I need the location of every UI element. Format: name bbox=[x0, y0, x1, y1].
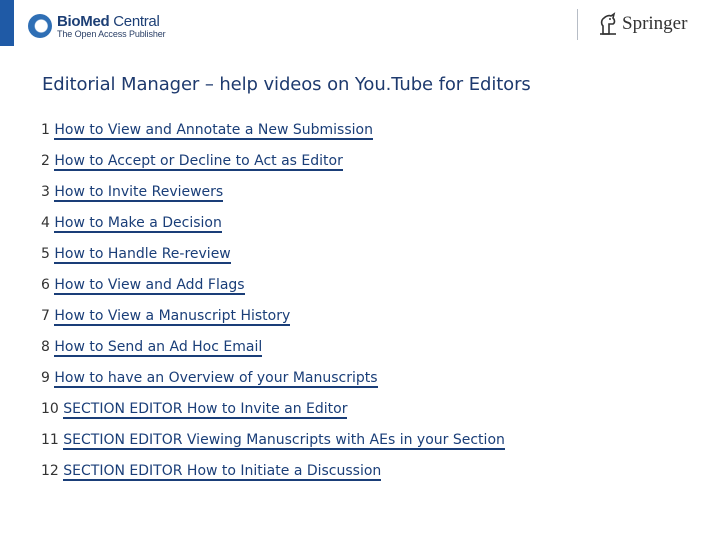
list-item: 9 How to have an Overview of your Manusc… bbox=[41, 370, 505, 401]
help-video-link[interactable]: How to Accept or Decline to Act as Edito… bbox=[54, 153, 343, 171]
list-item: 5 How to Handle Re-review bbox=[41, 246, 505, 277]
springer-logo[interactable]: Springer bbox=[597, 12, 687, 36]
help-video-link[interactable]: SECTION EDITOR How to Initiate a Discuss… bbox=[63, 463, 382, 481]
list-item: 1 How to View and Annotate a New Submiss… bbox=[41, 122, 505, 153]
help-video-link[interactable]: SECTION EDITOR Viewing Manuscripts with … bbox=[63, 432, 505, 450]
list-item: 10 SECTION EDITOR How to Invite an Edito… bbox=[41, 401, 505, 432]
list-item-number: 6 bbox=[41, 277, 50, 293]
list-item-number: 12 bbox=[41, 463, 59, 479]
list-item-number: 7 bbox=[41, 308, 50, 324]
biomed-logo-name: BioMed Central bbox=[57, 12, 160, 30]
help-video-link[interactable]: How to View a Manuscript History bbox=[54, 308, 291, 326]
help-video-link[interactable]: How to Send an Ad Hoc Email bbox=[54, 339, 263, 357]
springer-horse-icon bbox=[600, 12, 616, 35]
page-title: Editorial Manager – help videos on You.T… bbox=[42, 74, 531, 95]
list-item-number: 5 bbox=[41, 246, 50, 262]
list-item-number: 2 bbox=[41, 153, 50, 169]
list-item-number: 8 bbox=[41, 339, 50, 355]
list-item-number: 4 bbox=[41, 215, 50, 231]
list-item-number: 3 bbox=[41, 184, 50, 200]
list-item: 12 SECTION EDITOR How to Initiate a Disc… bbox=[41, 463, 505, 494]
help-video-link[interactable]: How to Make a Decision bbox=[54, 215, 222, 233]
help-video-link[interactable]: How to Handle Re-review bbox=[54, 246, 231, 264]
list-item: 2 How to Accept or Decline to Act as Edi… bbox=[41, 153, 505, 184]
springer-logo-name: Springer bbox=[622, 13, 688, 34]
list-item-number: 10 bbox=[41, 401, 59, 417]
list-item: 6 How to View and Add Flags bbox=[41, 277, 505, 308]
biomed-circle-icon bbox=[28, 14, 52, 38]
header-divider bbox=[577, 9, 578, 40]
left-accent-bar bbox=[0, 0, 14, 46]
list-item-number: 1 bbox=[41, 122, 50, 138]
help-video-link[interactable]: How to Invite Reviewers bbox=[54, 184, 224, 202]
list-item: 8 How to Send an Ad Hoc Email bbox=[41, 339, 505, 370]
help-video-link[interactable]: How to have an Overview of your Manuscri… bbox=[54, 370, 378, 388]
biomed-logo-tagline: The Open Access Publisher bbox=[57, 28, 166, 39]
help-video-link[interactable]: How to View and Add Flags bbox=[54, 277, 245, 295]
help-video-link[interactable]: SECTION EDITOR How to Invite an Editor bbox=[63, 401, 348, 419]
list-item-number: 9 bbox=[41, 370, 50, 386]
help-video-list: 1 How to View and Annotate a New Submiss… bbox=[41, 122, 505, 494]
list-item: 4 How to Make a Decision bbox=[41, 215, 505, 246]
biomed-central-logo[interactable]: BioMed Central The Open Access Publisher bbox=[28, 9, 166, 43]
list-item: 7 How to View a Manuscript History bbox=[41, 308, 505, 339]
list-item: 3 How to Invite Reviewers bbox=[41, 184, 505, 215]
help-video-link[interactable]: How to View and Annotate a New Submissio… bbox=[54, 122, 373, 140]
list-item: 11 SECTION EDITOR Viewing Manuscripts wi… bbox=[41, 432, 505, 463]
list-item-number: 11 bbox=[41, 432, 59, 448]
